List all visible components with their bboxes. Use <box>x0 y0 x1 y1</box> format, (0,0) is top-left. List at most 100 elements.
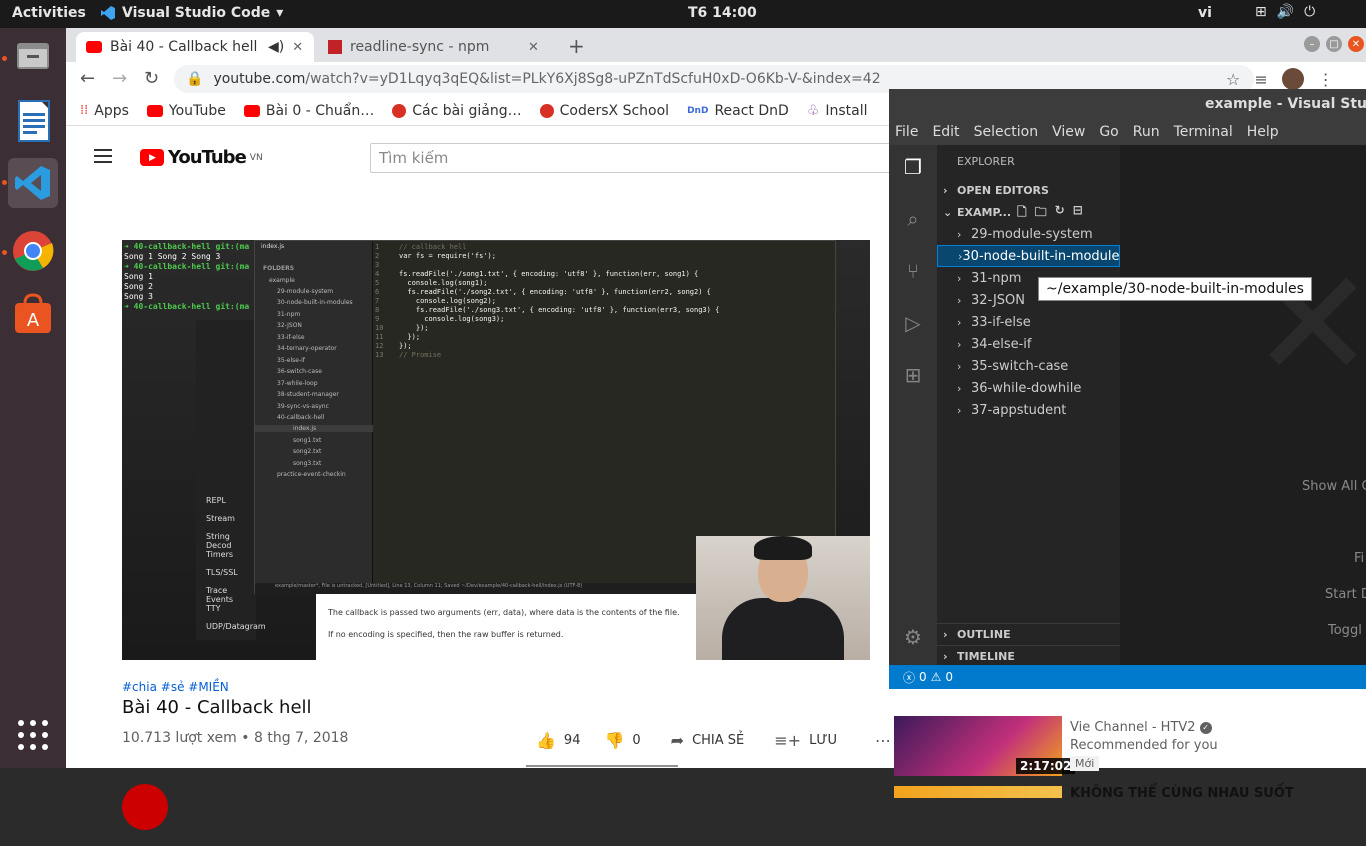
bookmark-codersx[interactable]: CodersX School <box>539 103 669 119</box>
bookmark-bai0[interactable]: Bài 0 - Chuẩn… <box>243 103 374 119</box>
activities-button[interactable]: Activities <box>12 5 86 21</box>
docs-menu: REPL Stream String Decod Timers TLS/SSL … <box>196 320 266 640</box>
search-icon[interactable]: ⌕ <box>901 207 925 231</box>
youtube-logo[interactable]: ▶ YouTube VN <box>140 147 263 168</box>
dock-app-grid[interactable] <box>8 710 58 760</box>
more-actions-button[interactable]: ⋯ <box>875 731 891 750</box>
folder-item[interactable]: › 29-module-system <box>937 223 1120 245</box>
new-tab-button[interactable]: + <box>568 34 585 58</box>
system-top-bar: Activities Visual Studio Code ▾ T6 14:00… <box>0 0 1366 28</box>
menu-edit[interactable]: Edit <box>932 124 959 140</box>
profile-avatar[interactable] <box>1281 68 1304 90</box>
extensions-icon[interactable]: ⊞ <box>901 363 925 387</box>
folder-item[interactable]: › 34-else-if <box>937 333 1120 355</box>
menu-icon[interactable] <box>94 149 112 163</box>
terminal-line: ➜ 40-callback-hell git:(ma <box>124 302 250 311</box>
bookmark-label: Apps <box>94 102 129 119</box>
system-tray[interactable]: ⊞ 🔊 ⏻ <box>1255 4 1315 20</box>
dock-software[interactable]: A <box>8 290 58 340</box>
like-button[interactable]: 👍 94 <box>536 731 580 750</box>
settings-gear-icon[interactable]: ⚙ <box>901 625 925 649</box>
recommended-video[interactable]: KHÔNG THỂ CÙNG NHAU SUỐT <box>894 786 1364 846</box>
menu-go[interactable]: Go <box>1099 124 1118 140</box>
forward-button[interactable]: → <box>112 68 127 89</box>
outline-section[interactable]: › OUTLINE <box>937 623 1120 645</box>
run-debug-icon[interactable]: ▷ <box>901 311 925 335</box>
menu-selection[interactable]: Selection <box>974 124 1039 140</box>
app-menu[interactable]: Visual Studio Code ▾ <box>100 5 283 21</box>
menu-view[interactable]: View <box>1052 124 1085 140</box>
maximize-button[interactable]: □ <box>1326 36 1342 52</box>
chevron-down-icon: ⌄ <box>943 205 953 219</box>
new-folder-icon[interactable]: 🗀 <box>1035 203 1047 224</box>
codersx-icon <box>539 103 554 118</box>
reload-button[interactable]: ↻ <box>144 68 159 89</box>
npm-favicon-icon <box>328 40 342 54</box>
more-menu-icon[interactable]: ⋮ <box>1318 70 1334 89</box>
video-meta: 10.713 lượt xem • 8 thg 7, 2018 <box>122 730 349 746</box>
close-tab-icon[interactable]: ✕ <box>528 40 539 55</box>
channel-name: Vie Channel - HTV2 ✓ <box>1070 720 1212 735</box>
tab-npm[interactable]: readline-sync - npm ✕ <box>318 32 550 62</box>
back-button[interactable]: ← <box>80 68 95 89</box>
menu-file[interactable]: File <box>895 124 918 140</box>
media-queue-icon[interactable]: ≡ <box>1254 70 1267 89</box>
collapse-all-icon[interactable]: ⊟ <box>1073 203 1083 224</box>
recommended-video[interactable]: 2:17:02 Vie Channel - HTV2 ✓ Recommended … <box>894 716 1364 776</box>
vscode-small-icon <box>101 6 115 20</box>
warning-count[interactable]: 0 <box>945 670 953 684</box>
tree-item: song3.txt <box>293 460 322 467</box>
chevron-right-icon: › <box>957 381 962 395</box>
folder-item[interactable]: › 33-if-else <box>937 311 1120 333</box>
code-line: 5 console.log(song1); <box>375 279 488 287</box>
open-editors-section[interactable]: › OPEN EDITORS <box>937 179 1120 201</box>
folder-item[interactable]: › 35-switch-case <box>937 355 1120 377</box>
timeline-section[interactable]: › TIMELINE <box>937 645 1120 667</box>
file-tree: index.js FOLDERS example 29-module-syste… <box>255 241 373 583</box>
share-button[interactable]: ➦ CHIA SẺ <box>671 731 745 750</box>
dock-files[interactable] <box>8 30 58 80</box>
refresh-icon[interactable]: ↻ <box>1055 203 1065 224</box>
playlist-add-icon: ≡+ <box>774 731 802 750</box>
menu-run[interactable]: Run <box>1133 124 1160 140</box>
dock-vscode[interactable] <box>8 158 58 208</box>
tab-youtube[interactable]: Bài 40 - Callback hell - Y ◀) ✕ <box>76 32 314 62</box>
error-count[interactable]: 0 <box>919 670 927 684</box>
bookmark-youtube[interactable]: YouTube <box>146 103 226 119</box>
channel-avatar[interactable] <box>122 784 168 830</box>
youtube-icon <box>243 104 260 117</box>
bookmark-react-dnd[interactable]: DnD React DnD <box>687 103 789 119</box>
dislike-button[interactable]: 👎 0 <box>604 731 640 750</box>
close-window-button[interactable]: ✕ <box>1348 36 1364 52</box>
folder-item[interactable]: › 37-appstudent <box>937 399 1120 421</box>
folder-item[interactable]: › 36-while-dowhile <box>937 377 1120 399</box>
bookmark-install[interactable]: ♧ Install <box>807 103 868 119</box>
video-hashtags[interactable]: #chia #sẻ #MIỀN <box>122 680 229 694</box>
close-tab-icon[interactable]: ✕ <box>292 40 303 55</box>
video-player[interactable]: ➜ 40-callback-hell git:(ma Song 1 Song 2… <box>122 240 870 660</box>
folder-item-selected[interactable]: › 30-node-built-in-modules <box>937 245 1126 267</box>
minimize-button[interactable]: – <box>1304 36 1320 52</box>
menu-terminal[interactable]: Terminal <box>1174 124 1233 140</box>
dock-writer[interactable] <box>8 96 58 146</box>
explorer-icon[interactable]: ❐ <box>901 155 925 179</box>
tree-item: 34-ternary-operator <box>277 345 337 352</box>
clock[interactable]: T6 14:00 <box>688 5 757 21</box>
folder-section[interactable]: ⌄ EXAMP... 🗋 🗀 ↻ ⊟ <box>937 201 1120 223</box>
shortcut-hint: Show All C <box>1302 479 1366 494</box>
verified-icon: ✓ <box>1199 721 1212 734</box>
terminal-line: Song 1 <box>124 272 153 281</box>
bookmark-cac-bai-giang[interactable]: Các bài giảng… <box>392 103 522 119</box>
menu-help[interactable]: Help <box>1247 124 1279 140</box>
bookmark-star-icon[interactable]: ☆ <box>1226 70 1240 89</box>
bookmark-apps[interactable]: ⁞⁞ Apps <box>80 103 129 119</box>
new-file-icon[interactable]: 🗋 <box>1017 203 1027 224</box>
terminal-line: Song 3 <box>124 292 153 301</box>
webcam-overlay <box>696 536 870 660</box>
shortcut-hint: Fi <box>1354 551 1365 566</box>
save-button[interactable]: ≡+ LƯU <box>774 731 837 750</box>
search-input[interactable]: Tìm kiếm <box>370 143 900 173</box>
dock-chrome[interactable] <box>8 226 58 276</box>
source-control-icon[interactable]: ⑂ <box>901 259 925 283</box>
input-language[interactable]: vi <box>1198 5 1212 21</box>
